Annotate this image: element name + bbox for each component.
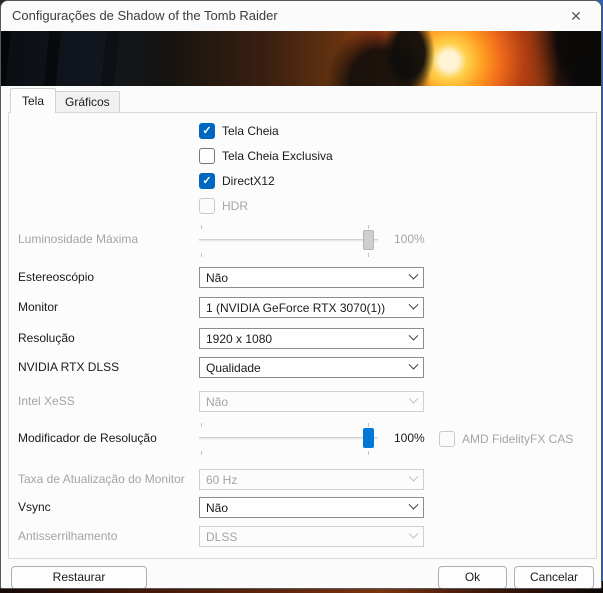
slider-tick bbox=[201, 253, 202, 257]
slider-thumb[interactable] bbox=[363, 428, 374, 448]
checkbox-label: HDR bbox=[222, 199, 248, 213]
antisserrilhamento-label: Antisserrilhamento bbox=[18, 529, 118, 543]
monitor-label: Monitor bbox=[18, 300, 59, 314]
modificador-resolucao-value: 100% bbox=[394, 431, 425, 445]
slider-track bbox=[199, 239, 378, 242]
dropdown-value: Qualidade bbox=[206, 360, 261, 375]
slider-track[interactable] bbox=[199, 437, 378, 440]
dropdown-value: Não bbox=[206, 394, 229, 409]
dropdown-antisserrilhamento: DLSS bbox=[199, 526, 424, 547]
desktop-background: Configurações de Shadow of the Tomb Raid… bbox=[0, 0, 603, 593]
resolucao-label: Resolução bbox=[18, 331, 75, 345]
ok-button[interactable]: Ok bbox=[438, 566, 507, 588]
vsync-label: Vsync bbox=[18, 500, 51, 514]
chevron-down-icon bbox=[408, 393, 419, 404]
dropdown-value: 1 (NVIDIA GeForce RTX 3070(1)) bbox=[206, 300, 386, 315]
checkbox-label: DirectX12 bbox=[222, 174, 275, 188]
slider-tick bbox=[201, 451, 202, 455]
dropdown-estereoscopio[interactable]: Não bbox=[199, 267, 424, 288]
checkbox-hdr: ✓ HDR bbox=[199, 197, 248, 215]
checkbox-label: Tela Cheia bbox=[222, 124, 279, 138]
checkbox-box: ✓ bbox=[439, 431, 455, 447]
estereoscopio-label: Estereoscópio bbox=[18, 270, 95, 284]
taxa-atualizacao-label: Taxa de Atualização do Monitor bbox=[18, 472, 185, 486]
luminosidade-maxima-slider bbox=[199, 223, 378, 259]
dropdown-value: 60 Hz bbox=[206, 472, 238, 487]
checkbox-box: ✓ bbox=[199, 173, 215, 189]
dropdown-value: Não bbox=[206, 500, 229, 515]
chevron-down-icon bbox=[408, 330, 419, 341]
modificador-resolucao-slider[interactable] bbox=[199, 421, 378, 457]
nvidia-rtx-dlss-label: NVIDIA RTX DLSS bbox=[18, 360, 120, 374]
chevron-down-icon bbox=[408, 471, 419, 482]
luminosidade-maxima-label: Luminosidade Máxima bbox=[18, 232, 139, 246]
chevron-down-icon bbox=[408, 499, 419, 510]
chevron-down-icon bbox=[408, 299, 419, 310]
check-icon: ✓ bbox=[202, 174, 212, 187]
intel-xess-label: Intel XeSS bbox=[18, 394, 75, 408]
slider-tick bbox=[368, 423, 369, 427]
dropdown-vsync[interactable]: Não bbox=[199, 497, 424, 518]
checkbox-tela-cheia-exclusiva[interactable]: ✓ Tela Cheia Exclusiva bbox=[199, 147, 333, 165]
check-icon: ✓ bbox=[202, 124, 212, 137]
slider-tick bbox=[368, 225, 369, 229]
checkbox-box: ✓ bbox=[199, 198, 215, 214]
checkbox-tela-cheia[interactable]: ✓ Tela Cheia bbox=[199, 122, 279, 140]
dropdown-intel-xess: Não bbox=[199, 391, 424, 412]
restore-button[interactable]: Restaurar bbox=[11, 566, 147, 588]
checkbox-amd-fidelityfx-cas: ✓ AMD FidelityFX CAS bbox=[439, 430, 573, 448]
modificador-resolucao-label: Modificador de Resolução bbox=[18, 431, 157, 445]
checkbox-label: AMD FidelityFX CAS bbox=[462, 432, 574, 446]
checkbox-box: ✓ bbox=[199, 123, 215, 139]
chevron-down-icon bbox=[408, 528, 419, 539]
dropdown-value: Não bbox=[206, 270, 229, 285]
slider-thumb bbox=[363, 230, 374, 250]
slider-tick bbox=[368, 451, 369, 455]
dropdown-resolucao[interactable]: 1920 x 1080 bbox=[199, 328, 424, 349]
slider-tick bbox=[368, 253, 369, 257]
dropdown-nvidia-rtx-dlss[interactable]: Qualidade bbox=[199, 357, 424, 378]
luminosidade-maxima-value: 100% bbox=[394, 232, 425, 246]
settings-dialog: Configurações de Shadow of the Tomb Raid… bbox=[0, 0, 602, 589]
slider-tick bbox=[201, 225, 202, 229]
checkbox-label: Tela Cheia Exclusiva bbox=[222, 149, 333, 163]
checkbox-directx12[interactable]: ✓ DirectX12 bbox=[199, 172, 275, 190]
slider-tick bbox=[201, 423, 202, 427]
chevron-down-icon bbox=[408, 269, 419, 280]
checkbox-box: ✓ bbox=[199, 148, 215, 164]
chevron-down-icon bbox=[408, 359, 419, 370]
dropdown-value: 1920 x 1080 bbox=[206, 331, 273, 346]
dropdown-taxa-atualizacao: 60 Hz bbox=[199, 469, 424, 490]
dropdown-monitor[interactable]: 1 (NVIDIA GeForce RTX 3070(1)) bbox=[199, 297, 424, 318]
cancel-button[interactable]: Cancelar bbox=[514, 566, 594, 588]
dropdown-value: DLSS bbox=[206, 529, 238, 544]
